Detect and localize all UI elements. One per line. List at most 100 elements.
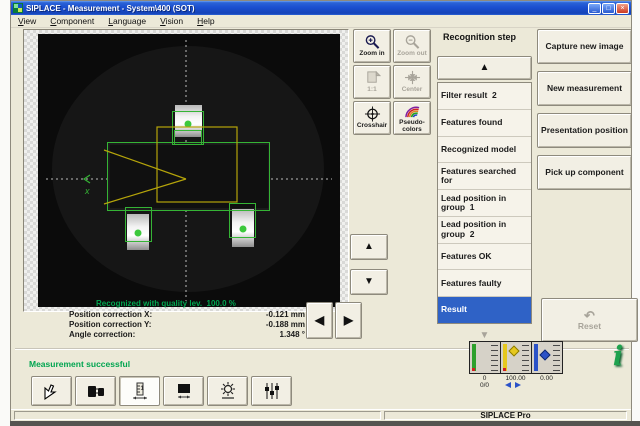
result-value: -0.121 mm: [266, 310, 305, 320]
result-label: Position correction X:: [69, 310, 152, 320]
menu-item-language[interactable]: Language: [101, 15, 153, 28]
list-item[interactable]: Features found: [438, 110, 531, 137]
correction-results: Position correction X: -0.121 mm Positio…: [69, 310, 305, 340]
pseudo-colors-label: Pseudo-colors: [394, 120, 430, 134]
result-row: Angle correction: 1.348 °: [69, 330, 305, 340]
list-item[interactable]: Filter result 2: [438, 83, 531, 110]
center-icon: [404, 70, 421, 86]
result-row: Position correction X: -0.121 mm: [69, 310, 305, 320]
cursor-icon: [42, 381, 62, 401]
maximize-button[interactable]: □: [602, 3, 615, 14]
capture-new-image-button[interactable]: Capture new image: [537, 29, 632, 64]
svg-text:x: x: [84, 186, 90, 196]
measurement-gauges: [469, 341, 563, 374]
component-measure-icon: [174, 381, 194, 401]
list-item[interactable]: Features faulty: [438, 270, 531, 297]
statusbar-left-panel: [14, 411, 381, 420]
list-item-selected[interactable]: Result: [438, 297, 531, 323]
zoom-in-icon: [364, 34, 381, 50]
sliders-icon: [262, 381, 282, 401]
gauge-ratio: 0/0: [469, 382, 500, 389]
minimize-button[interactable]: _: [588, 3, 601, 14]
list-item[interactable]: Lead position in group 1: [438, 190, 531, 217]
crosshair-label: Crosshair: [357, 123, 387, 130]
siplace-measurement-window: SIPLACE - Measurement - System\400 (SOT)…: [10, 0, 632, 421]
one-to-one-icon: [364, 70, 381, 86]
illumination-button[interactable]: [207, 376, 248, 406]
recognition-step-list: Filter result 2 Features found Recognize…: [437, 82, 532, 324]
list-scroll-up-button[interactable]: ▲: [437, 56, 532, 80]
quality-level-text: Recognized with quality lev. 100.0 %: [96, 299, 236, 308]
new-measurement-button[interactable]: New measurement: [537, 71, 632, 106]
gauge-quality: [470, 342, 500, 373]
result-value: 1.348 °: [280, 330, 305, 340]
gauge-values: 0 100.00 0.00: [469, 375, 563, 382]
undo-icon: ↶: [584, 309, 595, 322]
menu-item-help[interactable]: Help: [190, 15, 221, 28]
left-arrow-icon: ◀: [315, 314, 324, 328]
step-forward-button[interactable]: ▶: [335, 302, 362, 339]
zoom-out-label: Zoom out: [397, 51, 427, 58]
pseudo-colors-button[interactable]: Pseudo-colors: [393, 101, 431, 135]
close-button[interactable]: ×: [616, 3, 629, 14]
menu-item-vision[interactable]: Vision: [153, 15, 190, 28]
result-label: Position correction Y:: [69, 320, 151, 330]
result-value: -0.188 mm: [266, 320, 305, 330]
one-to-one-label: 1:1: [367, 87, 376, 94]
menubar: View Component Language Vision Help: [11, 15, 631, 28]
list-item[interactable]: Features searched for: [438, 163, 531, 190]
window-bottom-edge: [10, 421, 640, 426]
presentation-position-button[interactable]: Presentation position: [537, 113, 632, 148]
list-item[interactable]: Features OK: [438, 244, 531, 271]
step-down-button[interactable]: ▼: [350, 269, 388, 295]
component-measure-button[interactable]: [163, 376, 204, 406]
result-row: Position correction Y: -0.188 mm: [69, 320, 305, 330]
down-arrow-icon: ▼: [364, 276, 374, 288]
up-arrow-icon: ▲: [364, 241, 374, 253]
menu-item-component[interactable]: Component: [43, 15, 101, 28]
crosshair-button[interactable]: Crosshair: [353, 101, 391, 135]
measurement-mode-button[interactable]: 1: [119, 376, 160, 406]
svg-text:1: 1: [140, 386, 144, 392]
center-label: Center: [402, 87, 423, 94]
camera-image-panel: x: [23, 29, 349, 312]
result-label: Angle correction:: [69, 330, 135, 340]
select-tool-button[interactable]: [31, 376, 72, 406]
status-message: Measurement successful: [29, 359, 130, 369]
center-button[interactable]: Center: [393, 65, 431, 99]
info-icon[interactable]: i: [603, 341, 633, 375]
statusbar-product: SIPLACE Pro: [384, 411, 627, 420]
gauge-value: 0: [469, 375, 500, 382]
menu-item-view[interactable]: View: [11, 15, 43, 28]
ruler-icon: 1: [130, 381, 150, 401]
gauge-blue: [532, 342, 562, 373]
pseudo-colors-icon: [404, 103, 421, 119]
step-up-button[interactable]: ▲: [350, 234, 388, 260]
zoom-in-label: Zoom in: [359, 51, 384, 58]
one-to-one-button[interactable]: 1:1: [353, 65, 391, 99]
statusbar: SIPLACE Pro: [11, 409, 631, 421]
screen: SIPLACE - Measurement - System\400 (SOT)…: [0, 0, 640, 426]
scroll-down-icon: ▼: [480, 330, 490, 341]
gauge-value: 0.00: [531, 375, 562, 382]
component-view-button[interactable]: [75, 376, 116, 406]
gauge-yellow: [501, 342, 531, 373]
component-icon: [86, 381, 106, 401]
pick-up-component-button[interactable]: Pick up component: [537, 155, 632, 190]
app-icon: [13, 3, 23, 13]
reset-label: Reset: [578, 322, 601, 332]
window-title: SIPLACE - Measurement - System\400 (SOT): [26, 4, 587, 13]
zoom-in-button[interactable]: Zoom in: [353, 29, 391, 63]
lamp-icon: [218, 381, 238, 401]
crosshair-icon: [364, 106, 381, 122]
window-titlebar[interactable]: SIPLACE - Measurement - System\400 (SOT)…: [11, 1, 631, 15]
step-back-button[interactable]: ◀: [306, 302, 333, 339]
adjust-settings-button[interactable]: [251, 376, 292, 406]
list-item[interactable]: Lead position in group 2: [438, 217, 531, 244]
camera-image: x: [38, 34, 340, 307]
reset-button[interactable]: ↶ Reset: [541, 298, 638, 342]
zoom-out-icon: [404, 34, 421, 50]
right-arrow-icon: ▶: [344, 314, 353, 328]
list-item[interactable]: Recognized model: [438, 137, 531, 164]
recognition-step-title: Recognition step: [426, 32, 533, 42]
